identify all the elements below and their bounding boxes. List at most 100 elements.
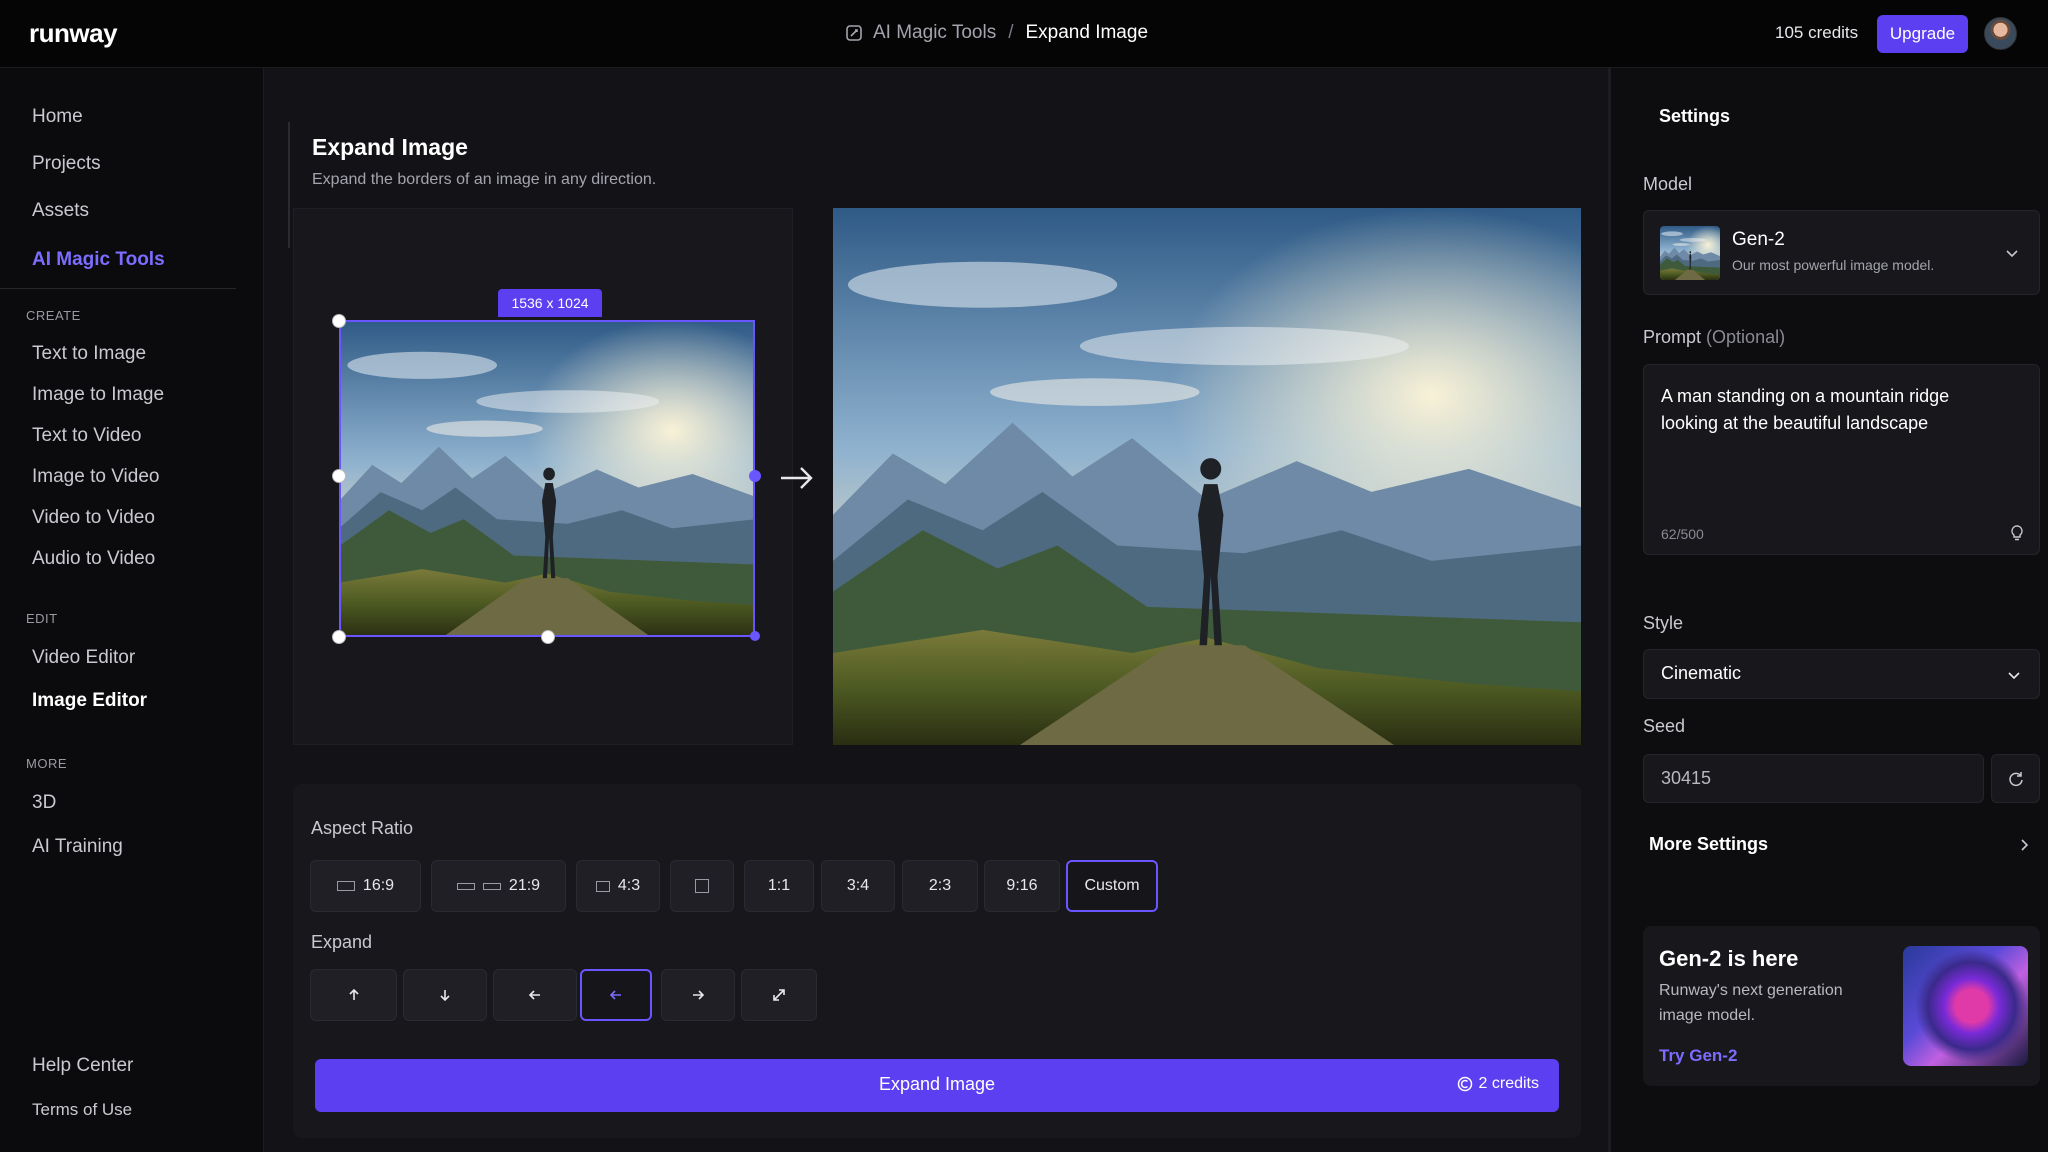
lightbulb-icon[interactable]: [2009, 524, 2025, 542]
chevron-right-icon[interactable]: [2016, 837, 2032, 853]
sidebar-item-text-to-image[interactable]: Text to Image: [32, 343, 146, 365]
prompt-label-text: Prompt: [1643, 327, 1702, 347]
resize-handle-left[interactable]: [332, 469, 346, 483]
sidebar-divider: [0, 288, 236, 289]
resize-handle-bottom[interactable]: [541, 630, 555, 644]
sidebar-item-audio-to-video[interactable]: Audio to Video: [32, 548, 155, 570]
style-select[interactable]: Cinematic: [1643, 649, 2040, 699]
style-label: Style: [1643, 613, 1684, 633]
style-value: Cinematic: [1661, 663, 1742, 683]
ratio-custom-button[interactable]: Custom: [1066, 860, 1158, 912]
credits-count: 105 credits: [1775, 23, 1859, 42]
sidebar-item-ai-magic-tools[interactable]: AI Magic Tools: [32, 249, 165, 271]
expand-up-button[interactable]: [310, 969, 397, 1021]
ratio-1-1-button[interactable]: 1:1: [744, 860, 814, 912]
ratio-21-9-icon-2: [482, 882, 501, 890]
sidebar-item-image-to-image[interactable]: Image to Image: [32, 384, 164, 406]
runway-logo[interactable]: runway: [29, 18, 118, 49]
ratio-4-3-label: 4:3: [617, 877, 641, 894]
credits-icon: [1457, 1076, 1472, 1092]
ratio-21-9-label: 21:9: [508, 877, 541, 894]
ratio-16-9-label: 16:9: [362, 877, 395, 894]
resize-handle-bottom-left[interactable]: [332, 630, 346, 644]
expand-all-button[interactable]: [741, 969, 817, 1021]
left-arrow-icon: [528, 990, 540, 1000]
left-arrow-icon: [609, 990, 621, 1000]
settings-panel: Settings Model Gen-2 Our most powerful i…: [1608, 68, 2048, 1152]
ratio-3-4-label: 3:4: [846, 877, 870, 894]
top-bar: runway AI Magic Tools / Expand Image 105…: [0, 0, 2048, 68]
sidebar-item-help-center[interactable]: Help Center: [32, 1055, 133, 1077]
resize-handle-top-left[interactable]: [332, 314, 346, 328]
sidebar: Home Projects Assets AI Magic Tools CREA…: [0, 68, 264, 1152]
ratio-9-16-button[interactable]: 9:16: [984, 860, 1060, 912]
resize-handle-right[interactable]: [749, 470, 761, 482]
model-label: Model: [1643, 174, 1693, 194]
chevron-down-icon: [2008, 672, 2020, 680]
prompt-char-count: 62/500: [1661, 526, 1704, 542]
down-arrow-icon: [440, 990, 450, 1002]
more-settings-button[interactable]: More Settings: [1649, 834, 1768, 855]
expand-label: Expand: [311, 932, 373, 952]
ratio-16-9-icon: [336, 881, 355, 891]
section-label-edit: EDIT: [26, 611, 58, 626]
expand-image-button[interactable]: Expand Image 2 credits: [315, 1059, 1559, 1112]
expand-image-button-label: Expand Image: [878, 1074, 996, 1094]
selection-frame[interactable]: [339, 320, 755, 637]
sidebar-item-projects[interactable]: Projects: [32, 153, 101, 175]
prompt-optional-text: (Optional): [1706, 327, 1786, 347]
ratio-2-3-button[interactable]: 2:3: [902, 860, 978, 912]
section-label-more: MORE: [26, 756, 67, 771]
expand-all-icon: [773, 989, 785, 1001]
up-arrow-icon: [348, 988, 359, 1000]
resize-handle-bottom-right[interactable]: [750, 631, 760, 641]
sidebar-item-video-editor[interactable]: Video Editor: [32, 647, 135, 669]
ratio-4-3-button[interactable]: 4:3: [576, 860, 660, 912]
page-title: Expand Image: [312, 134, 468, 160]
ratio-square-button[interactable]: [670, 860, 734, 912]
ratio-3-4-button[interactable]: 3:4: [821, 860, 895, 912]
sidebar-item-home[interactable]: Home: [32, 106, 83, 128]
ratio-21-9-icon: [456, 882, 475, 890]
model-name: Gen-2: [1732, 229, 1785, 250]
sidebar-item-terms-of-use[interactable]: Terms of Use: [32, 1100, 132, 1120]
sidebar-item-3d[interactable]: 3D: [32, 792, 56, 814]
aspect-ratio-label: Aspect Ratio: [311, 818, 414, 838]
expand-left-button[interactable]: [493, 969, 577, 1021]
ratio-1-1-label: 1:1: [767, 877, 791, 894]
upgrade-button[interactable]: Upgrade: [1877, 15, 1968, 53]
ratio-21-9-button[interactable]: 21:9: [431, 860, 566, 912]
breadcrumb-parent[interactable]: AI Magic Tools: [873, 22, 996, 44]
sidebar-item-ai-training[interactable]: AI Training: [32, 836, 123, 858]
magic-tools-icon: [846, 25, 862, 41]
expand-down-button[interactable]: [403, 969, 487, 1021]
expand-left-selected-button[interactable]: [580, 969, 652, 1021]
result-image: [833, 208, 1581, 745]
try-gen2-link[interactable]: Try Gen-2: [1659, 1046, 1737, 1066]
ratio-9-16-label: 9:16: [1006, 877, 1038, 894]
sidebar-item-text-to-video[interactable]: Text to Video: [32, 425, 142, 447]
ratio-2-3-label: 2:3: [928, 877, 952, 894]
selection-size-label: 1536 x 1024: [498, 289, 602, 317]
seed-input[interactable]: 30415: [1643, 754, 1984, 803]
sidebar-item-assets[interactable]: Assets: [32, 200, 89, 222]
avatar[interactable]: [1984, 17, 2017, 50]
prompt-textarea[interactable]: A man standing on a mountain ridge looki…: [1643, 364, 2040, 555]
expand-right-button[interactable]: [661, 969, 735, 1021]
prompt-label: Prompt (Optional): [1643, 327, 1785, 348]
model-select[interactable]: Gen-2 Our most powerful image model.: [1643, 210, 2040, 295]
ratio-4-3-icon: [595, 880, 610, 892]
randomize-seed-button[interactable]: [1991, 754, 2040, 803]
breadcrumb-current: Expand Image: [1025, 22, 1149, 43]
sidebar-item-image-editor[interactable]: Image Editor: [32, 690, 147, 712]
sidebar-item-video-to-video[interactable]: Video to Video: [32, 507, 155, 529]
sidebar-item-image-to-video[interactable]: Image to Video: [32, 466, 159, 488]
expand-cost: 2 credits: [1457, 1075, 1539, 1093]
chevron-down-icon: [2006, 250, 2018, 258]
seed-label: Seed: [1643, 716, 1686, 736]
right-arrow-icon: [693, 990, 705, 1000]
expand-cost-label: 2 credits: [1478, 1075, 1539, 1092]
promo-title: Gen-2 is here: [1659, 946, 1799, 971]
ratio-16-9-button[interactable]: 16:9: [310, 860, 421, 912]
model-description: Our most powerful image model.: [1732, 257, 1935, 273]
